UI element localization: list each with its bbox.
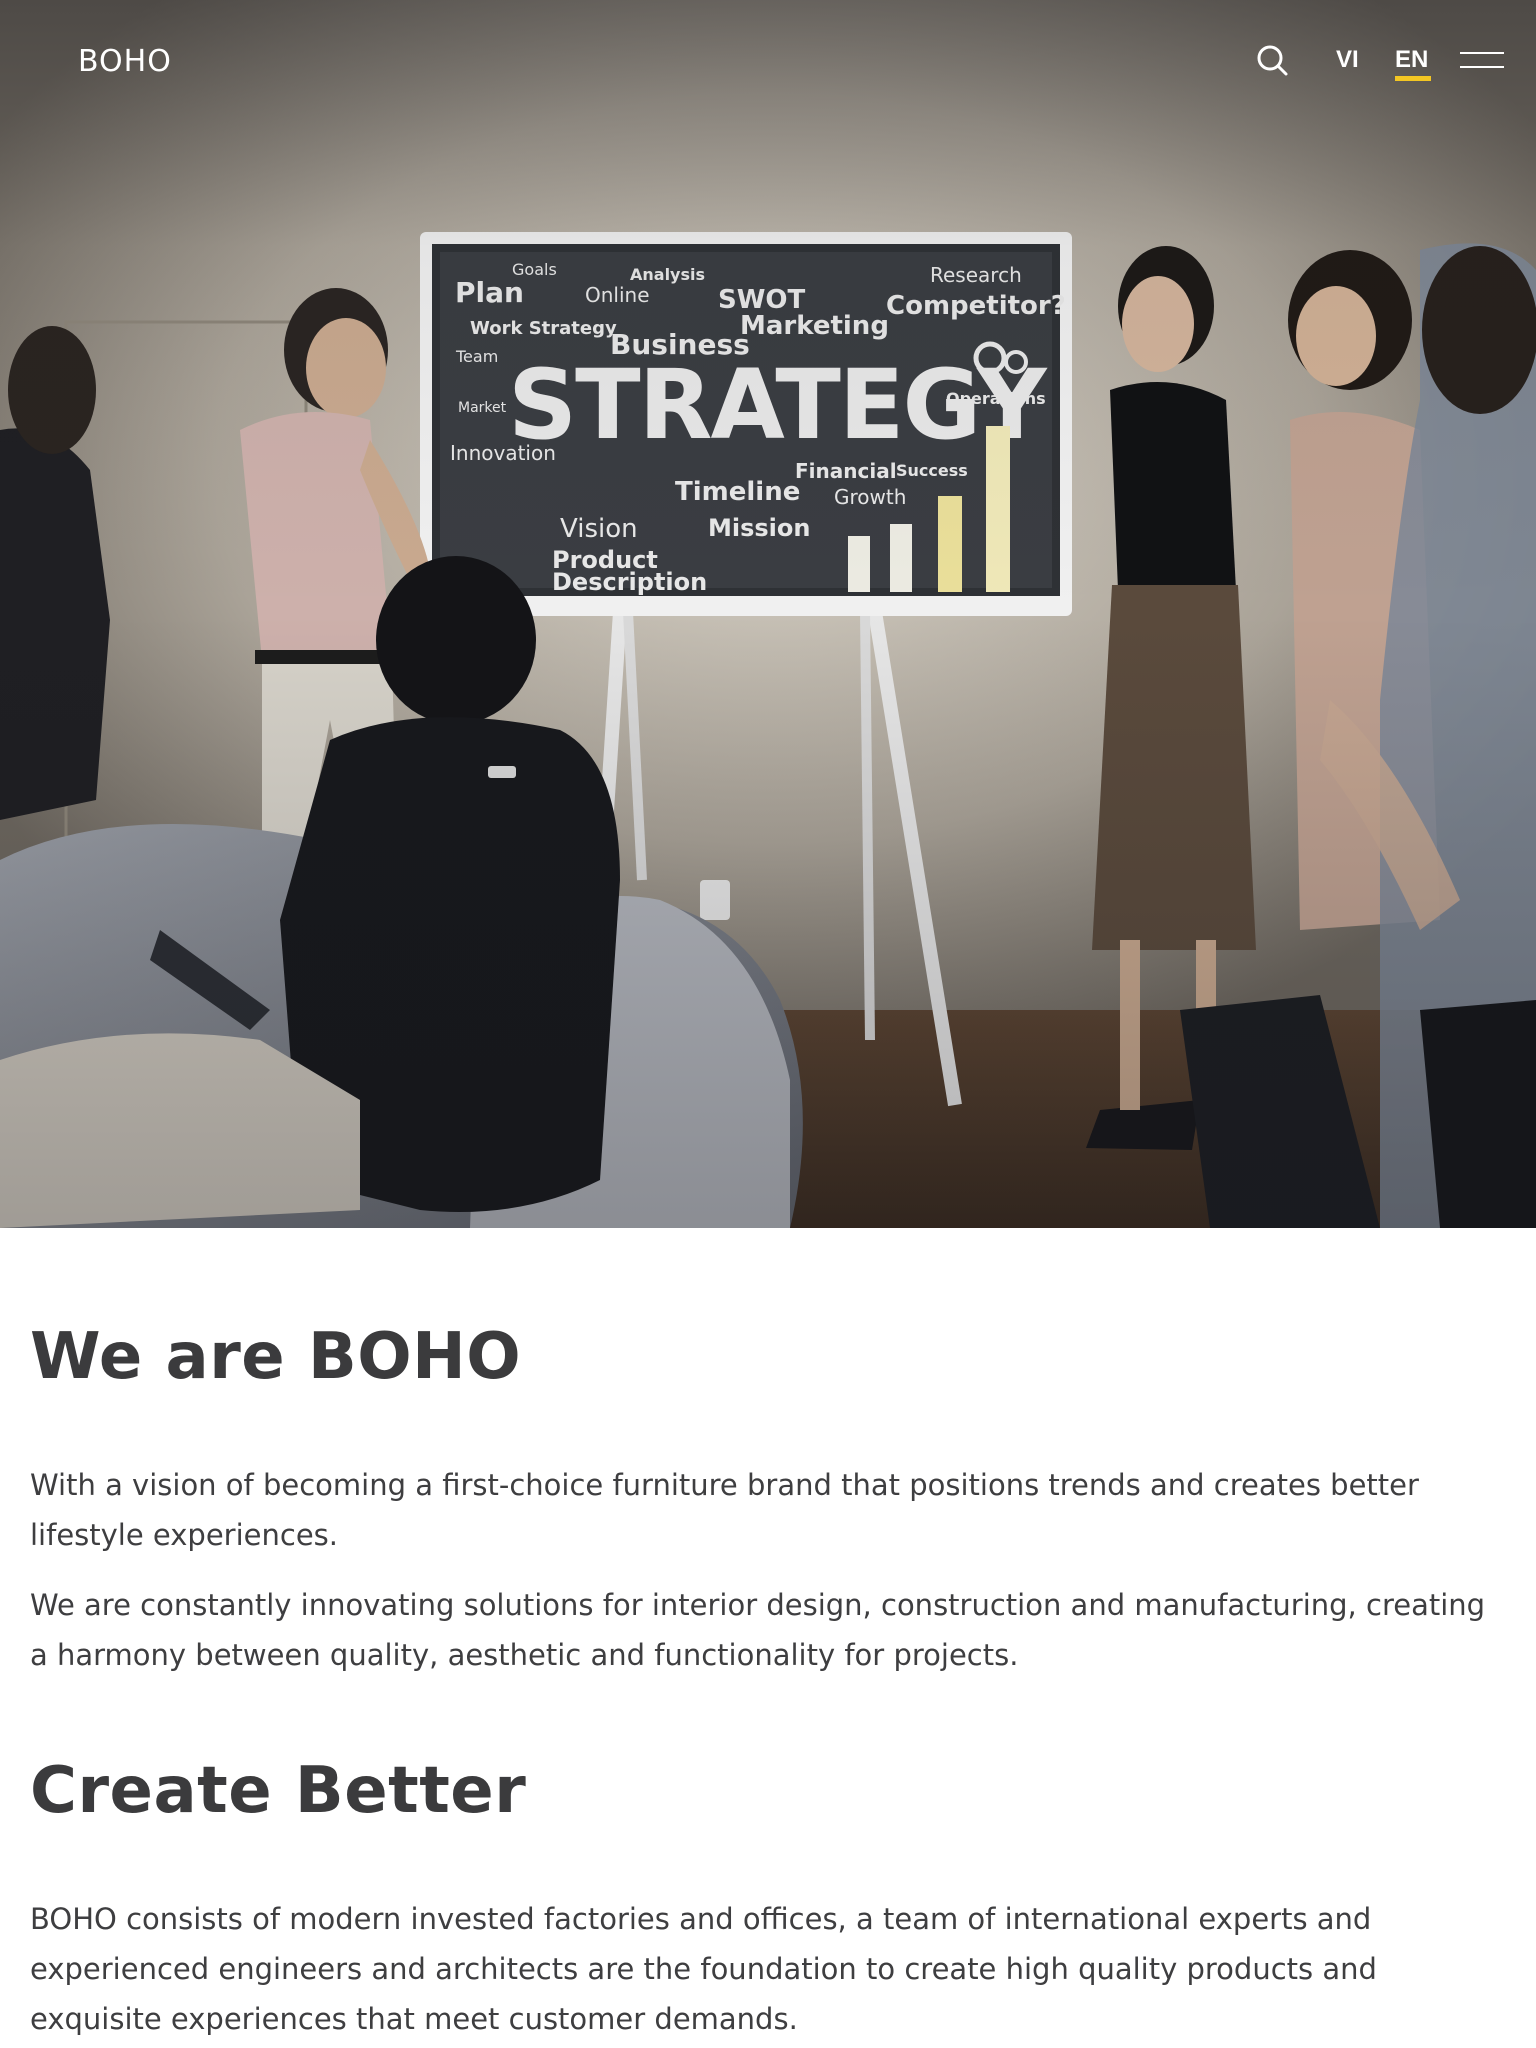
brand-logo[interactable]: BOHO [78, 44, 172, 79]
svg-text:Growth: Growth [834, 485, 906, 509]
search-icon[interactable] [1255, 43, 1291, 79]
section-title-create-better: Create Better [30, 1754, 527, 1828]
innovation-paragraph: We are constantly innovating solutions f… [30, 1588, 1486, 1672]
hero-photo: Goals Analysis Research Plan Online SWOT… [0, 0, 1536, 1228]
foundation-paragraph: BOHO consists of modern invested factori… [30, 1902, 1377, 2036]
svg-text:Online: Online [585, 283, 650, 307]
active-language-indicator [1395, 76, 1431, 81]
menu-line [1460, 52, 1504, 54]
svg-text:Operations: Operations [946, 389, 1046, 408]
hamburger-menu-icon[interactable] [1460, 48, 1506, 72]
svg-text:Analysis: Analysis [630, 265, 705, 284]
svg-text:Marketing: Marketing [740, 311, 889, 341]
language-vi[interactable]: VI [1336, 46, 1359, 74]
language-en[interactable]: EN [1395, 46, 1428, 74]
section-title-we-are-boho: We are BOHO [30, 1320, 522, 1394]
svg-text:Timeline: Timeline [675, 477, 800, 507]
svg-text:Vision: Vision [560, 514, 638, 544]
vision-paragraph: With a vision of becoming a first-choice… [30, 1468, 1419, 1552]
svg-text:Market: Market [458, 400, 507, 416]
site-header: BOHO VI EN [0, 0, 1536, 130]
svg-text:Team: Team [455, 347, 498, 366]
svg-text:Innovation: Innovation [450, 441, 556, 465]
svg-text:Plan: Plan [455, 276, 524, 309]
svg-text:Financial: Financial [795, 459, 897, 483]
menu-line [1460, 66, 1504, 68]
svg-text:Description: Description [552, 568, 707, 596]
svg-text:Work Strategy: Work Strategy [470, 318, 617, 339]
svg-text:Competitor?: Competitor? [886, 291, 1066, 321]
svg-text:Mission: Mission [708, 514, 810, 542]
hero-banner: Goals Analysis Research Plan Online SWOT… [0, 0, 1536, 1228]
svg-text:Research: Research [930, 263, 1022, 287]
svg-text:Success: Success [896, 461, 968, 480]
